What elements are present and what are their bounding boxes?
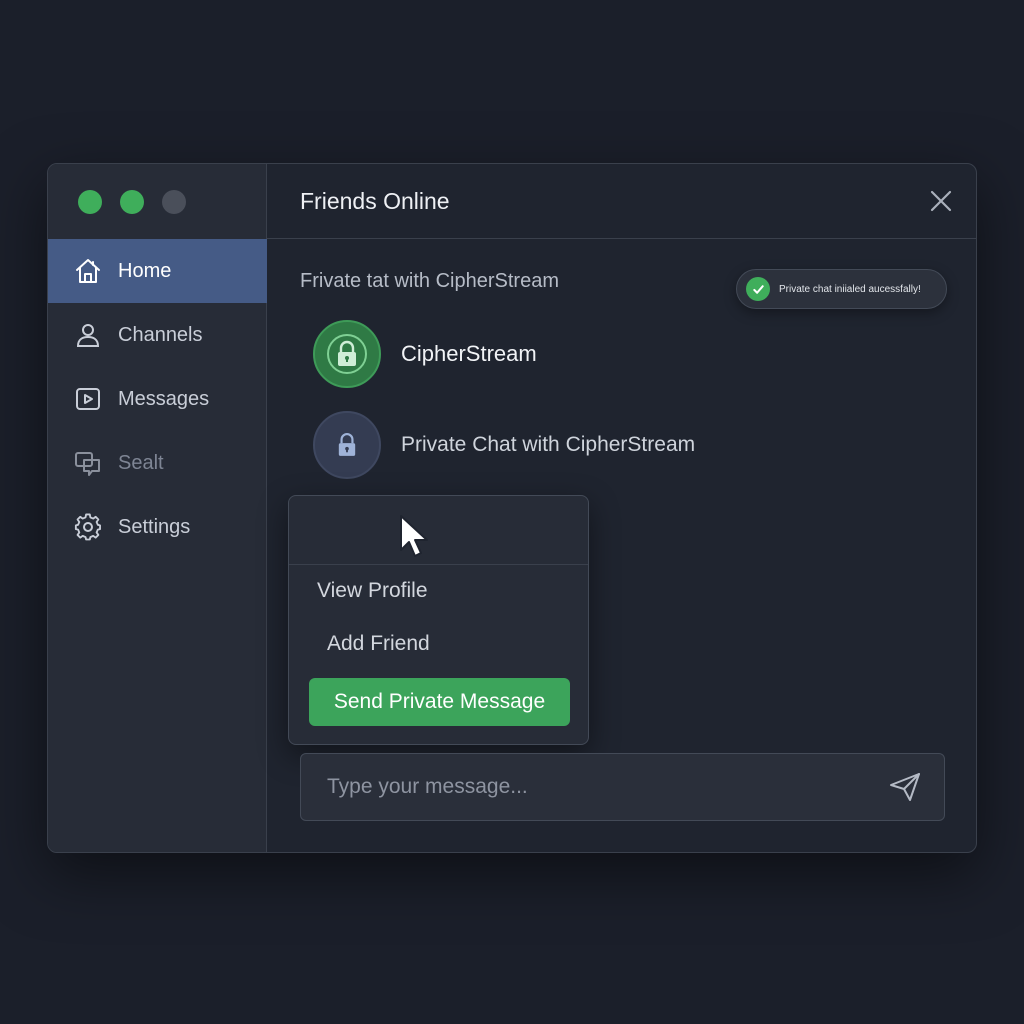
mouse-cursor-icon	[400, 515, 428, 557]
chat-subtitle: Frivate tat with CipherStream	[300, 270, 559, 292]
window-control-green-2[interactable]	[120, 190, 144, 214]
home-icon	[76, 259, 100, 283]
gear-icon	[74, 513, 101, 541]
avatar	[313, 411, 381, 479]
sidebar-item-home[interactable]: Home	[48, 239, 267, 303]
menu-item-view-profile[interactable]: View Profile	[317, 579, 428, 603]
friend-name: Private Chat with CipherStream	[401, 433, 696, 456]
context-menu-header	[289, 496, 588, 565]
lock-icon	[338, 433, 356, 456]
sidebar-item-messages[interactable]: Messages	[48, 367, 267, 431]
window-controls	[78, 190, 186, 214]
header: Friends Online	[267, 164, 976, 239]
main-panel: Friends Online Frivate tat with CipherSt…	[267, 164, 976, 852]
close-icon[interactable]	[928, 188, 954, 214]
sidebar-item-label: Settings	[118, 515, 191, 538]
sidebar-item-settings[interactable]: Settings	[48, 495, 267, 559]
user-icon	[76, 324, 100, 347]
page-title: Friends Online	[300, 187, 450, 214]
friend-name: CipherStream	[401, 341, 537, 366]
video-message-icon	[76, 388, 100, 410]
context-menu: View Profile Add Friend Send Private Mes…	[288, 495, 589, 745]
sidebar-item-label: Messages	[118, 387, 210, 410]
message-composer	[300, 753, 945, 821]
chat-bubbles-icon	[75, 452, 100, 476]
sidebar-item-label: Channels	[118, 323, 203, 346]
lock-icon	[327, 334, 367, 374]
send-icon[interactable]	[888, 770, 922, 804]
sidebar-item-sealt[interactable]: Sealt	[48, 431, 267, 495]
send-private-message-button[interactable]: Send Private Message	[309, 678, 570, 726]
sidebar: Home Channels Messages Sealt Settings	[48, 164, 267, 852]
success-toast: Private chat iniialed aucessfally!	[736, 269, 947, 309]
window-control-green-1[interactable]	[78, 190, 102, 214]
friend-item-private-chat[interactable]: Private Chat with CipherStream	[313, 411, 695, 479]
message-input[interactable]	[327, 775, 888, 799]
check-icon	[746, 277, 770, 301]
sidebar-item-label: Home	[118, 259, 172, 282]
sidebar-item-label: Sealt	[118, 451, 164, 474]
toast-message: Private chat iniialed aucessfally!	[779, 283, 921, 295]
sidebar-nav: Home Channels Messages Sealt Settings	[48, 239, 267, 559]
window-control-gray[interactable]	[162, 190, 186, 214]
app-window: Home Channels Messages Sealt Settings Fr…	[47, 163, 977, 853]
menu-item-add-friend[interactable]: Add Friend	[327, 632, 430, 656]
friend-item-cipherstream[interactable]: CipherStream	[313, 320, 537, 388]
avatar	[313, 320, 381, 388]
sidebar-item-channels[interactable]: Channels	[48, 303, 267, 367]
